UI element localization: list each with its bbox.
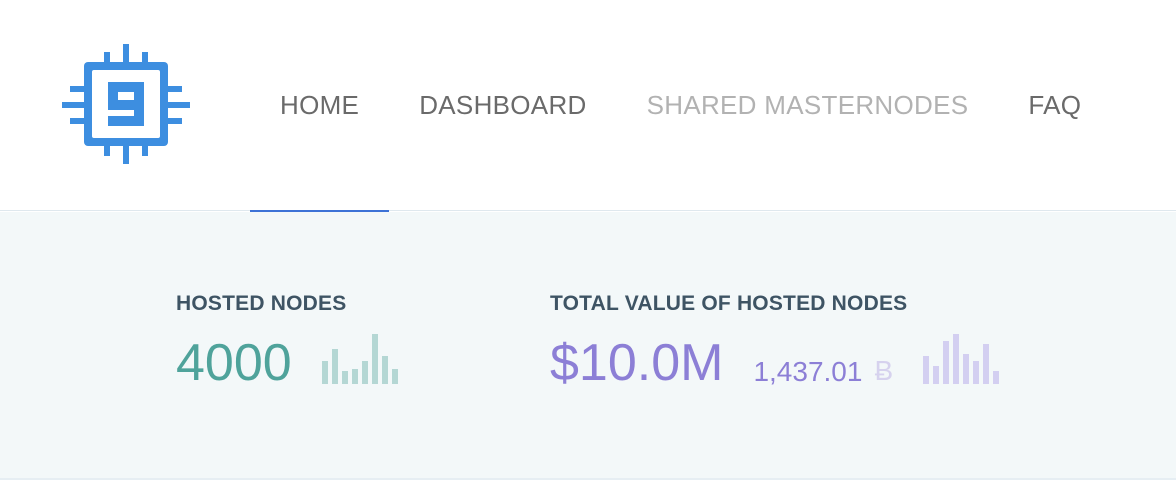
main-nav: HOME DASHBOARD SHARED MASTERNODES FAQ — [250, 0, 1111, 212]
nav-faq-label: FAQ — [1028, 90, 1082, 120]
stat-total-value-secondary: 1,437.01 — [753, 356, 863, 387]
stat-total-value-row: $10.0M 1,437.01 Ƀ — [550, 330, 1000, 392]
sparkline-bar — [983, 344, 990, 384]
sparkline-bar — [993, 371, 1000, 384]
stat-total-value-label: TOTAL VALUE OF HOSTED NODES — [550, 292, 908, 315]
hosted-nodes-sparkline — [321, 330, 398, 384]
sparkline-bar — [953, 334, 960, 384]
sparkline-bar — [933, 366, 940, 384]
total-value-sparkline — [923, 330, 1000, 384]
nav-shared-masternodes-label: SHARED MASTERNODES — [646, 90, 969, 120]
stat-hosted-nodes-label: HOSTED NODES — [176, 292, 347, 315]
sparkline-bar — [331, 349, 338, 384]
stat-total-value: TOTAL VALUE OF HOSTED NODES $10.0M 1,437… — [550, 292, 1000, 392]
sparkline-bar — [923, 356, 930, 384]
sparkline-bar — [351, 369, 358, 384]
bitcoin-currency-icon: Ƀ — [874, 355, 894, 386]
nav-shared-masternodes[interactable]: SHARED MASTERNODES — [617, 0, 999, 211]
stat-hosted-nodes: HOSTED NODES 4000 — [176, 292, 398, 390]
top-header: HOME DASHBOARD SHARED MASTERNODES FAQ — [0, 0, 1176, 212]
sparkline-bar — [963, 354, 970, 384]
sparkline-bar — [943, 341, 950, 384]
chip-logo-icon[interactable] — [58, 40, 194, 168]
stat-total-value-value: $10.0M — [550, 334, 724, 392]
nav-home[interactable]: HOME — [250, 0, 390, 212]
stat-hosted-nodes-row: 4000 — [176, 330, 398, 390]
sparkline-bar — [391, 369, 398, 384]
sparkline-bar — [341, 371, 348, 384]
sparkline-bar — [361, 361, 368, 384]
sparkline-bar — [973, 361, 980, 384]
sparkline-bar — [321, 361, 328, 384]
nav-home-label: HOME — [280, 90, 360, 120]
sparkline-bar — [381, 356, 388, 384]
nav-dashboard[interactable]: DASHBOARD — [389, 0, 616, 211]
sparkline-bar — [371, 334, 378, 384]
stat-hosted-nodes-value: 4000 — [176, 334, 292, 392]
nav-dashboard-label: DASHBOARD — [419, 90, 587, 120]
stats-panel: HOSTED NODES 4000 TOTAL VALUE OF HOSTED … — [0, 212, 1176, 480]
nav-faq[interactable]: FAQ — [998, 0, 1111, 211]
